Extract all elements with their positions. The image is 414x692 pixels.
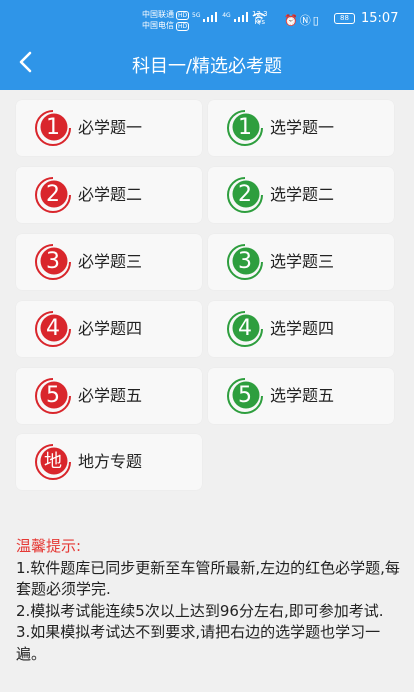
number-badge-red: 地 <box>34 443 72 481</box>
required-item-4[interactable]: 4 必学题四 <box>16 301 202 357</box>
tips-section: 温馨提示: 1.软件题库已同步更新至车管所最新,左边的红色必学题,每套题必须学完… <box>16 536 402 665</box>
optional-item-1[interactable]: 1 选学题一 <box>208 100 394 156</box>
system-icons: ⏰Ⓝ▯ <box>284 12 321 28</box>
page-title: 科目一/精选必考题 <box>131 56 283 77</box>
item-label: 选学题五 <box>270 386 335 405</box>
badge-number: 1 <box>238 115 252 140</box>
net-type-1: 5G <box>192 12 201 19</box>
speed-unit: K/s <box>254 18 266 26</box>
item-label: 必学题一 <box>78 118 143 137</box>
speed-value: 12.3 <box>252 10 268 18</box>
badge-text: 地 <box>44 451 62 472</box>
optional-item-2[interactable]: 2 选学题二 <box>208 167 394 223</box>
item-label: 必学题二 <box>78 185 143 204</box>
tip-line-1: 1.软件题库已同步更新至车管所最新,左边的红色必学题,每套题必须学完. <box>16 558 400 599</box>
badge-number: 3 <box>238 249 252 274</box>
number-badge-green: 2 <box>226 176 264 214</box>
required-item-1[interactable]: 1 必学题一 <box>16 100 202 156</box>
number-badge-red: 4 <box>34 310 72 348</box>
status-bar: 中国联通 HD 中国电信 HD 5G 4G 12.3 K/s ⏰Ⓝ▯ 88 15:0… <box>0 0 414 38</box>
nfc-icon: Ⓝ <box>299 14 313 27</box>
net-type-2: 4G <box>222 12 231 19</box>
signal-icon <box>203 12 218 22</box>
number-badge-red: 2 <box>34 176 72 214</box>
badge-number: 2 <box>238 182 252 207</box>
required-item-5[interactable]: 5 必学题五 <box>16 368 202 424</box>
item-label: 选学题二 <box>270 185 335 204</box>
badge-number: 5 <box>238 383 252 408</box>
local-topic-item[interactable]: 地 地方专题 <box>16 434 202 490</box>
app-header: 中国联通 HD 中国电信 HD 5G 4G 12.3 K/s ⏰Ⓝ▯ 88 15:0… <box>0 0 414 90</box>
number-badge-green: 5 <box>226 377 264 415</box>
number-badge-green: 3 <box>226 243 264 281</box>
alarm-icon: ⏰ <box>284 14 300 27</box>
required-item-2[interactable]: 2 必学题二 <box>16 167 202 223</box>
badge-number: 2 <box>46 182 60 207</box>
battery-level: 88 <box>340 14 349 22</box>
item-label: 选学题四 <box>270 319 335 338</box>
clock: 15:07 <box>361 11 399 26</box>
item-label: 必学题四 <box>78 319 143 338</box>
badge-number: 1 <box>46 115 60 140</box>
item-label: 选学题三 <box>270 252 335 271</box>
tip-line-3: 3.如果模拟考试达不到要求,请把右边的选学题也学习一遍。 <box>16 623 381 663</box>
hd-badge: HD <box>176 22 190 31</box>
item-label: 必学题三 <box>78 252 143 271</box>
battery-icon: 88 <box>334 13 355 24</box>
number-badge-green: 1 <box>226 109 264 147</box>
optional-item-4[interactable]: 4 选学题四 <box>208 301 394 357</box>
badge-number: 4 <box>46 316 60 341</box>
carrier-1: 中国联通 <box>142 10 174 19</box>
hd-badge: HD <box>176 11 190 20</box>
number-badge-green: 4 <box>226 310 264 348</box>
badge-number: 3 <box>46 249 60 274</box>
carrier-2: 中国电信 <box>142 21 174 30</box>
network-speed: 12.3 K/s <box>252 10 268 26</box>
tip-line-2: 2.模拟考试能连续5次以上达到96分左右,即可参加考试. <box>16 601 384 620</box>
vibrate-icon: ▯ <box>312 14 321 27</box>
nav-bar: 科目一/精选必考题 <box>0 38 414 90</box>
item-label: 必学题五 <box>78 386 143 405</box>
optional-item-5[interactable]: 5 选学题五 <box>208 368 394 424</box>
optional-item-3[interactable]: 3 选学题三 <box>208 234 394 290</box>
item-label: 选学题一 <box>270 118 335 137</box>
required-item-3[interactable]: 3 必学题三 <box>16 234 202 290</box>
number-badge-red: 5 <box>34 377 72 415</box>
badge-number: 5 <box>46 383 60 408</box>
badge-number: 4 <box>238 316 252 341</box>
signal-icon <box>233 12 248 22</box>
carrier-info: 中国联通 HD 中国电信 HD <box>142 9 190 31</box>
number-badge-red: 1 <box>34 109 72 147</box>
tips-title: 温馨提示: <box>16 537 82 555</box>
item-label: 地方专题 <box>78 452 143 471</box>
number-badge-red: 3 <box>34 243 72 281</box>
